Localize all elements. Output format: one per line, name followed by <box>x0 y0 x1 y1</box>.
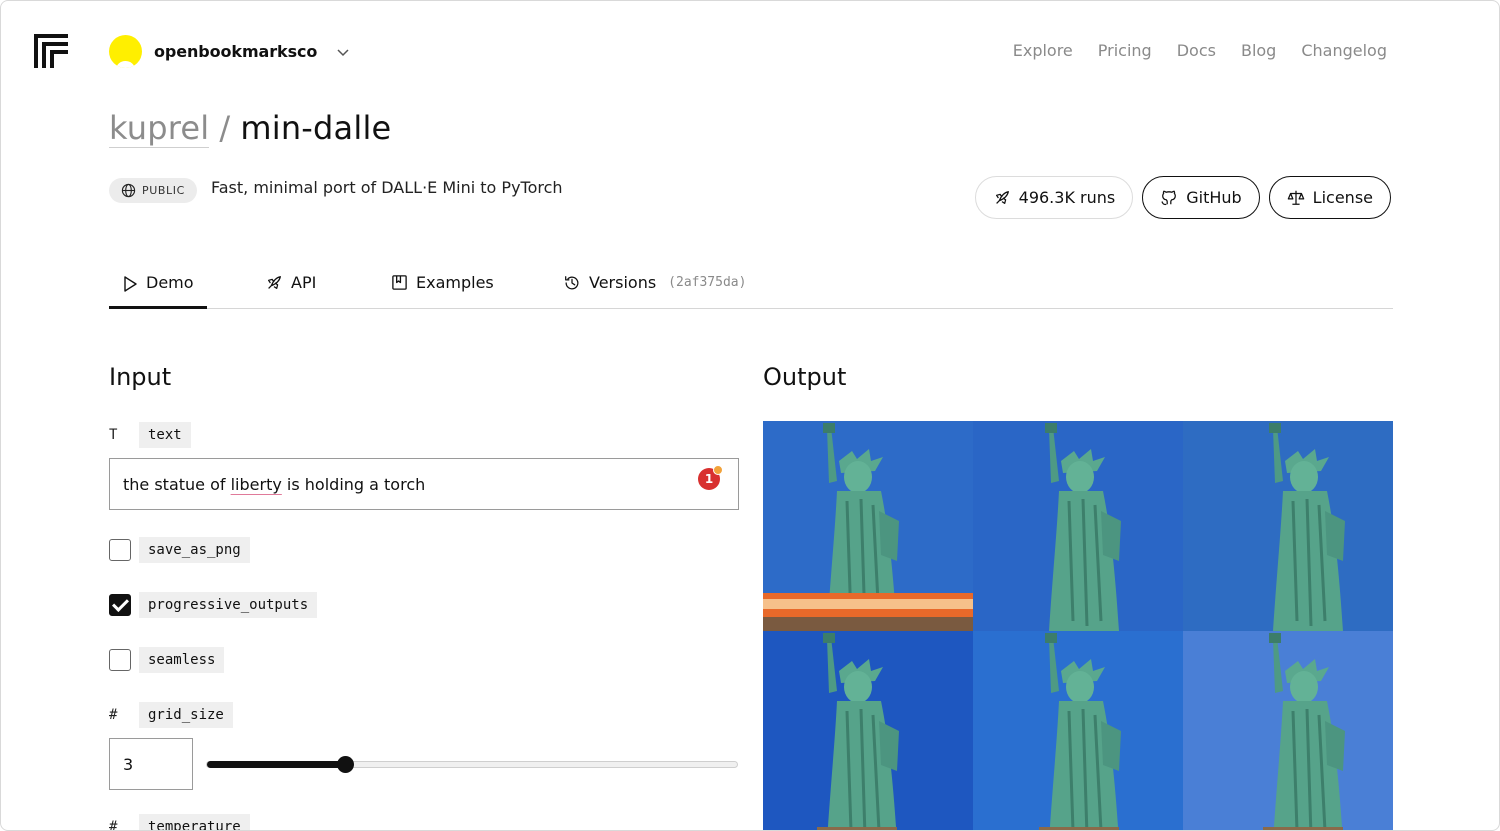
nav-changelog[interactable]: Changelog <box>1301 41 1387 60</box>
statue-image <box>1183 631 1393 830</box>
save-as-png-label-wrap: save_as_png <box>139 537 250 563</box>
page-title: kuprel / min-dalle <box>109 109 392 148</box>
input-heading: Input <box>109 363 172 391</box>
text-label: text <box>139 422 191 448</box>
top-nav: Explore Pricing Docs Blog Changelog <box>1013 41 1387 60</box>
slider-thumb[interactable] <box>336 756 354 773</box>
output-heading: Output <box>763 363 847 391</box>
output-image[interactable] <box>973 421 1183 631</box>
nav-docs[interactable]: Docs <box>1177 41 1216 60</box>
app-window: openbookmarksco Explore Pricing Docs Blo… <box>0 0 1500 831</box>
play-icon <box>124 276 137 292</box>
tab-demo-label: Demo <box>146 273 194 292</box>
model-name: min-dalle <box>240 109 392 147</box>
text-value-end: is holding a torch <box>281 474 426 494</box>
tab-api-label: API <box>291 273 317 292</box>
statue-image <box>973 421 1183 631</box>
string-type-glyph: T <box>109 427 118 443</box>
runs-count: 496.3K runs <box>1018 188 1116 207</box>
grammar-check-badge[interactable]: 1 <box>698 465 723 490</box>
license-button[interactable]: License <box>1268 176 1391 219</box>
nav-pricing[interactable]: Pricing <box>1098 41 1152 60</box>
text-input[interactable]: the statue of liberty is holding a torch… <box>109 458 739 510</box>
owner-link[interactable]: kuprel <box>109 109 210 148</box>
rocket-icon <box>267 275 281 289</box>
runs-button[interactable]: 496.3K runs <box>974 176 1134 219</box>
nav-blog[interactable]: Blog <box>1241 41 1276 60</box>
github-icon <box>1161 190 1177 205</box>
tab-versions-label: Versions <box>589 273 657 292</box>
output-image[interactable] <box>763 631 973 830</box>
statue-image <box>973 631 1183 830</box>
statue-image <box>1183 421 1393 631</box>
number-type-glyph: # <box>109 707 118 723</box>
output-image[interactable] <box>763 421 973 631</box>
output-image[interactable] <box>1183 631 1393 830</box>
seamless-label: seamless <box>139 647 225 673</box>
progressive-outputs-label-wrap: progressive_outputs <box>139 592 318 618</box>
avatar <box>109 35 142 68</box>
model-tabs: Demo API Examples Versions (2af375da) <box>109 263 1393 309</box>
statue-image <box>763 631 973 830</box>
version-hash: (2af375da) <box>668 275 747 290</box>
save-as-png-label: save_as_png <box>139 537 250 563</box>
number-type-glyph: # <box>109 819 118 831</box>
license-label: License <box>1312 188 1373 207</box>
chevron-down-icon <box>337 48 349 56</box>
temperature-label: temperature <box>139 814 250 830</box>
tab-versions[interactable]: Versions (2af375da) <box>563 273 746 292</box>
seamless-label-wrap: seamless <box>139 647 225 673</box>
output-image[interactable] <box>1183 421 1393 631</box>
title-separator: / <box>219 109 231 147</box>
text-field-label: T text <box>109 422 191 448</box>
text-value-flagged-word: liberty <box>230 474 282 494</box>
rocket-icon <box>995 190 1009 204</box>
nav-explore[interactable]: Explore <box>1013 41 1073 60</box>
scale-icon <box>1287 190 1304 205</box>
org-switcher[interactable]: openbookmarksco <box>109 35 349 68</box>
tab-examples-label: Examples <box>416 273 494 292</box>
visibility-badge: PUBLIC <box>109 178 197 203</box>
save-as-png-checkbox[interactable] <box>109 539 131 561</box>
temperature-field-label: # temperature <box>109 814 250 831</box>
history-icon <box>565 275 579 289</box>
model-description: Fast, minimal port of DALL·E Mini to PyT… <box>211 178 563 197</box>
tab-demo[interactable]: Demo <box>109 271 207 309</box>
grid-size-field-label: # grid_size <box>109 702 233 728</box>
grid-size-input[interactable]: 3 <box>109 738 193 790</box>
tab-api[interactable]: API <box>265 273 316 292</box>
output-image-grid[interactable] <box>763 421 1393 830</box>
statue-image <box>763 421 973 631</box>
replicate-logo-icon[interactable] <box>34 34 68 68</box>
progressive-outputs-checkbox[interactable] <box>109 594 131 616</box>
progressive-outputs-label: progressive_outputs <box>139 592 318 618</box>
bookmark-icon <box>392 275 407 290</box>
visibility-label: PUBLIC <box>142 184 185 197</box>
tab-examples[interactable]: Examples <box>391 273 494 292</box>
grid-size-slider[interactable] <box>206 756 738 773</box>
slider-fill <box>207 761 345 768</box>
github-button[interactable]: GitHub <box>1142 176 1260 219</box>
seamless-checkbox[interactable] <box>109 649 131 671</box>
globe-icon <box>121 183 136 198</box>
output-image[interactable] <box>973 631 1183 830</box>
github-label: GitHub <box>1186 188 1242 207</box>
text-value-start: the statue of <box>123 474 231 494</box>
grid-size-label: grid_size <box>139 702 233 728</box>
org-name: openbookmarksco <box>154 42 318 61</box>
model-actions: 496.3K runs GitHub License <box>974 176 1391 219</box>
